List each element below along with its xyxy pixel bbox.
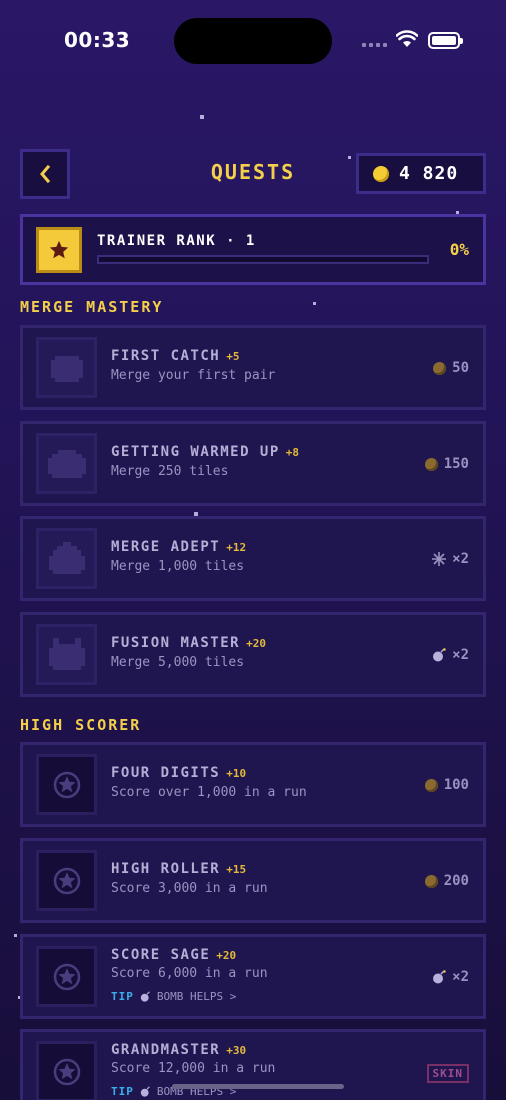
quest-reward: 200	[424, 873, 469, 889]
quest-title: HIGH ROLLER +15	[111, 861, 247, 877]
quest-description: Merge 1,000 tiles	[111, 559, 245, 574]
quest-title: MERGE ADEPT +12	[111, 539, 247, 555]
quest-description: Score 12,000 in a run	[111, 1061, 276, 1076]
home-indicator	[172, 1084, 344, 1089]
coin-icon	[424, 457, 438, 471]
quest-title: GRANDMASTER +30	[111, 1042, 247, 1058]
section-title-merge-mastery: MERGE MASTERY	[20, 298, 164, 316]
star-badge-icon	[36, 754, 97, 815]
quest-card[interactable]: HIGH ROLLER +15 Score 3,000 in a run 200	[20, 838, 486, 923]
quest-title: FIRST CATCH +5	[111, 348, 240, 364]
quest-card[interactable]: GETTING WARMED UP +8 Merge 250 tiles 150	[20, 421, 486, 506]
section-title-high-scorer: HIGH SCORER	[20, 716, 142, 734]
quest-reward: ×2	[432, 647, 469, 663]
quest-tip-link[interactable]: TIP BOMB HELPS >	[111, 990, 236, 1003]
quest-card[interactable]: SCORE SAGE +20 Score 6,000 in a run TIP B…	[20, 934, 486, 1019]
quest-reward: 50	[433, 360, 469, 376]
quest-xp: +15	[226, 863, 247, 876]
quest-description: Merge your first pair	[111, 368, 276, 383]
quest-xp: +10	[226, 767, 247, 780]
quest-description: Merge 5,000 tiles	[111, 655, 245, 670]
rank-percent: 0%	[449, 240, 469, 259]
status-time: 00:33	[64, 28, 131, 52]
rank-title: TRAINER RANK · 1	[97, 233, 256, 249]
trainer-rank-card: TRAINER RANK · 1 0%	[20, 214, 486, 285]
quest-description: Score 6,000 in a run	[111, 966, 268, 981]
star-badge-icon	[36, 850, 97, 911]
bomb-icon	[140, 991, 150, 1002]
quest-reward: 100	[424, 777, 469, 793]
quest-reward: ×2	[432, 551, 469, 567]
coin-icon	[424, 778, 438, 792]
quest-card[interactable]: MERGE ADEPT +12 Merge 1,000 tiles ×2	[20, 516, 486, 601]
coin-balance[interactable]: 4 820	[356, 153, 486, 194]
star-icon	[36, 227, 82, 273]
snowflake-icon	[432, 552, 447, 566]
quest-title: SCORE SAGE +20	[111, 947, 237, 963]
star-particle	[200, 115, 204, 119]
coin-icon	[424, 874, 438, 888]
quest-title: FUSION MASTER +20	[111, 635, 266, 651]
quest-title: FOUR DIGITS +10	[111, 765, 247, 781]
quest-card[interactable]: FIRST CATCH +5 Merge your first pair 50	[20, 325, 486, 410]
quest-card[interactable]: FUSION MASTER +20 Merge 5,000 tiles ×2	[20, 612, 486, 697]
rank-progress-bar	[97, 255, 429, 264]
quest-xp: +30	[226, 1044, 247, 1057]
star-badge-icon	[36, 1041, 97, 1100]
skin-reward-badge: SKIN	[426, 1064, 469, 1083]
quest-xp: +8	[285, 446, 300, 459]
wifi-icon	[396, 30, 418, 47]
quest-xp: +5	[226, 350, 240, 363]
status-bar: 00:33	[0, 0, 506, 80]
star-particle	[14, 934, 17, 937]
quest-card[interactable]: FOUR DIGITS +10 Score over 1,000 in a run…	[20, 742, 486, 827]
coin-icon	[373, 165, 389, 182]
coin-icon	[433, 361, 447, 375]
tip-label: TIP	[111, 990, 134, 1003]
bomb-icon	[140, 1086, 150, 1097]
star-badge-icon	[36, 946, 97, 1007]
quest-title: GETTING WARMED UP +8	[111, 444, 300, 460]
star-particle	[313, 302, 316, 305]
quest-card[interactable]: GRANDMASTER +30 Score 12,000 in a run TIP…	[20, 1029, 486, 1100]
bomb-icon	[433, 648, 446, 662]
tip-text: BOMB HELPS >	[156, 990, 237, 1003]
tip-label: TIP	[111, 1085, 134, 1098]
bomb-icon	[433, 970, 446, 984]
quest-xp: +20	[246, 637, 266, 650]
tile-silhouette-icon	[36, 337, 97, 398]
quest-description: Merge 250 tiles	[111, 464, 229, 479]
quest-reward: ×2	[432, 969, 469, 985]
quest-description: Score 3,000 in a run	[111, 881, 268, 896]
quest-description: Score over 1,000 in a run	[111, 785, 307, 800]
tile-silhouette-icon	[36, 528, 97, 589]
star-particle	[348, 156, 351, 159]
signal-icon	[362, 43, 387, 47]
coin-amount: 4 820	[399, 163, 459, 184]
quest-xp: +12	[226, 541, 247, 554]
tile-silhouette-icon	[36, 433, 97, 494]
quest-xp: +20	[216, 949, 237, 962]
dynamic-island	[174, 18, 332, 64]
quest-reward: 150	[424, 456, 469, 472]
tile-silhouette-icon	[36, 624, 97, 685]
battery-icon	[428, 32, 463, 49]
